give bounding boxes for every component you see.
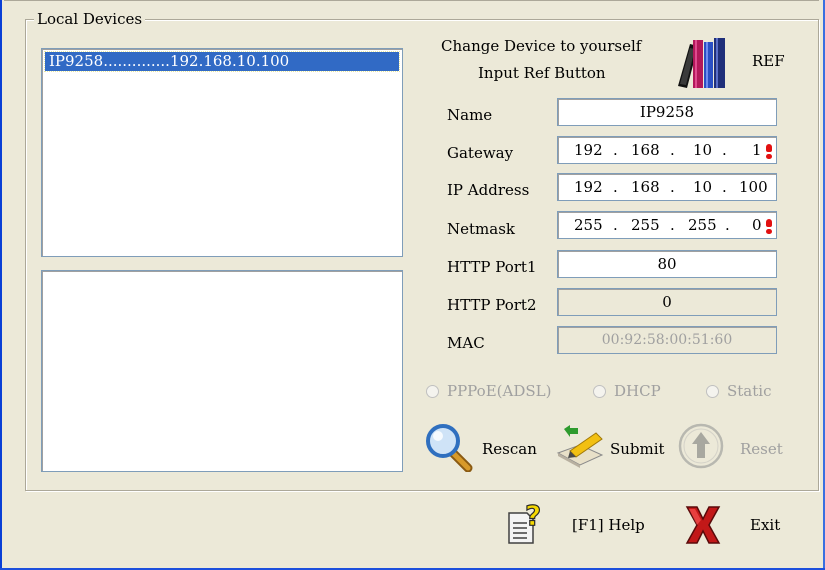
rescan-button[interactable]: Rescan <box>482 440 537 458</box>
ip-separator: . <box>670 216 675 234</box>
ref-instruction-line2: Input Ref Button <box>478 64 606 82</box>
help-document-icon[interactable]: ? <box>503 498 547 549</box>
device-list[interactable]: IP9258..............192.168.10.100 <box>41 48 403 257</box>
http-port1-label: HTTP Port1 <box>447 258 537 276</box>
ip-separator: . <box>613 141 618 159</box>
device-list-item[interactable]: IP9258..............192.168.10.100 <box>44 51 400 72</box>
exclamation-icon <box>765 144 773 159</box>
gateway-octet-1[interactable]: 192 <box>574 137 603 163</box>
red-x-icon[interactable] <box>685 505 721 549</box>
radio-dhcp-label: DHCP <box>614 382 661 400</box>
ip-separator: . <box>613 178 618 196</box>
ip-separator: . <box>725 216 730 234</box>
top-divider <box>4 0 819 1</box>
ref-instruction-line1: Change Device to yourself <box>441 37 642 55</box>
ip-address-label: IP Address <box>447 181 530 199</box>
radio-pppoe-label: PPPoE(ADSL) <box>447 382 552 400</box>
up-arrow-circle-icon[interactable] <box>677 422 725 474</box>
name-label: Name <box>447 106 493 124</box>
submit-pen-icon[interactable] <box>556 425 606 473</box>
window-border-left <box>0 0 2 570</box>
exclamation-icon <box>765 219 773 234</box>
mac-label: MAC <box>447 334 485 352</box>
group-legend: Local Devices <box>34 10 146 28</box>
ip-separator: . <box>722 178 727 196</box>
ip-octet-1[interactable]: 192 <box>574 174 603 200</box>
radio-circle-icon <box>706 384 719 398</box>
exit-button[interactable]: Exit <box>750 516 780 534</box>
ip-octet-4[interactable]: 100 <box>739 174 768 200</box>
mac-field: 00:92:58:00:51:60 <box>557 326 777 354</box>
ip-address-field[interactable]: 192 . 168 . 10 . 100 <box>557 173 777 201</box>
reset-button[interactable]: Reset <box>740 440 783 458</box>
netmask-octet-2[interactable]: 255 <box>631 212 660 238</box>
netmask-octet-4[interactable]: 0 <box>752 212 762 238</box>
netmask-field[interactable]: 255 . 255 . 255 . 0 <box>557 211 777 239</box>
gateway-octet-3[interactable]: 10 <box>693 137 712 163</box>
ip-octet-3[interactable]: 10 <box>693 174 712 200</box>
radio-dhcp[interactable]: DHCP <box>593 382 661 400</box>
ip-separator: . <box>670 141 675 159</box>
books-icon[interactable] <box>676 36 728 94</box>
submit-button[interactable]: Submit <box>610 440 665 458</box>
netmask-octet-3[interactable]: 255 <box>688 212 717 238</box>
radio-circle-icon <box>593 384 606 398</box>
svg-text:?: ? <box>525 501 541 532</box>
ip-separator: . <box>722 141 727 159</box>
magnifier-icon[interactable] <box>424 422 474 476</box>
gateway-label: Gateway <box>447 144 514 162</box>
device-detail-list[interactable] <box>41 270 403 472</box>
radio-static[interactable]: Static <box>706 382 771 400</box>
gateway-field[interactable]: 192 . 168 . 10 . 1 <box>557 136 777 164</box>
http-port2-field[interactable]: 0 <box>557 288 777 316</box>
netmask-octet-1[interactable]: 255 <box>574 212 603 238</box>
ip-octet-2[interactable]: 168 <box>631 174 660 200</box>
gateway-octet-2[interactable]: 168 <box>631 137 660 163</box>
http-port1-field[interactable]: 80 <box>557 250 777 278</box>
ip-separator: . <box>670 178 675 196</box>
netmask-label: Netmask <box>447 220 515 238</box>
radio-circle-icon <box>426 384 439 398</box>
ref-label[interactable]: REF <box>752 52 785 70</box>
radio-pppoe[interactable]: PPPoE(ADSL) <box>426 382 551 400</box>
name-field[interactable]: IP9258 <box>557 98 777 126</box>
http-port2-label: HTTP Port2 <box>447 296 537 314</box>
gateway-octet-4[interactable]: 1 <box>752 137 762 163</box>
radio-static-label: Static <box>727 382 772 400</box>
ip-separator: . <box>613 216 618 234</box>
help-button[interactable]: [F1] Help <box>572 516 645 534</box>
